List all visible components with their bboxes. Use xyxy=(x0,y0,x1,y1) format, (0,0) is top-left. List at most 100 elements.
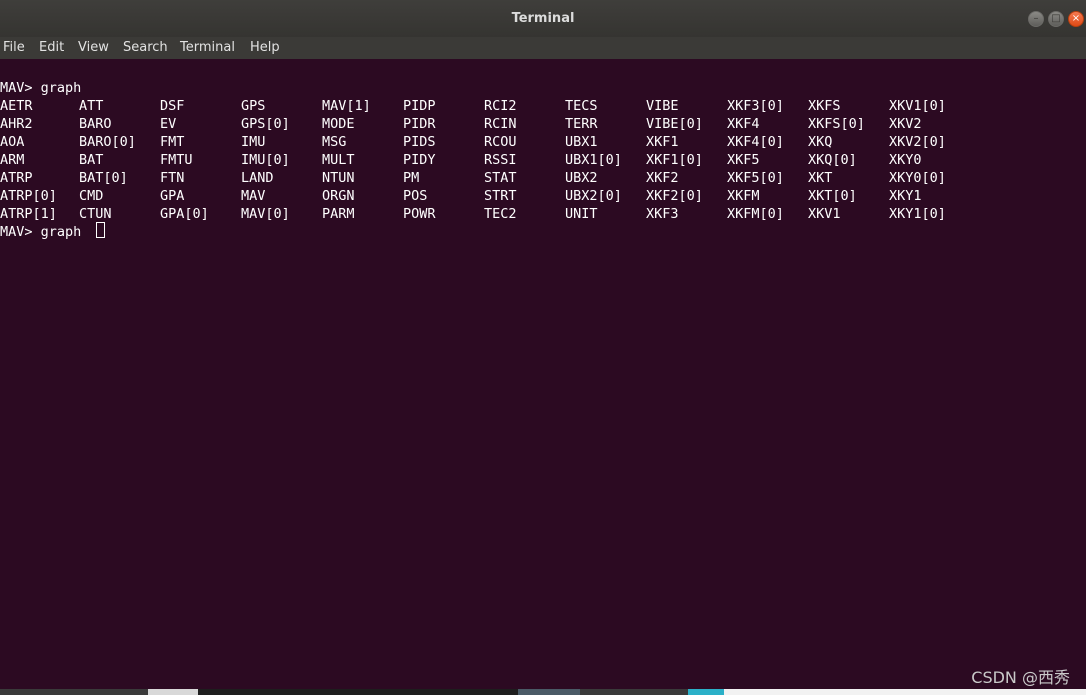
minimize-button[interactable]: – xyxy=(1028,11,1044,27)
graph-name: XKFM xyxy=(727,188,760,204)
graph-name: XKY1 xyxy=(889,188,922,204)
graph-name: STRT xyxy=(484,188,517,204)
graph-name: TECS xyxy=(565,98,598,114)
graph-name: PIDS xyxy=(403,134,436,150)
graph-name: GPA xyxy=(160,188,185,204)
menu-file[interactable]: File xyxy=(3,40,25,55)
graph-name: GPA[0] xyxy=(160,206,209,222)
graph-name: CMD xyxy=(79,188,104,204)
terminal-output[interactable]: MAV> graph AETR ATT DSF GPS MAV[1] PIDP RCI2 TE… xyxy=(0,59,1086,689)
menu-help[interactable]: Help xyxy=(250,40,280,55)
graph-name: XKQ[0] xyxy=(808,152,857,168)
graph-name: FTN xyxy=(160,170,185,186)
graph-name: PARM xyxy=(322,206,355,222)
graph-name: XKQ xyxy=(808,134,833,150)
graph-name: FMTU xyxy=(160,152,193,168)
graph-name: NTUN xyxy=(322,170,355,186)
graph-name: LAND xyxy=(241,170,274,186)
graph-name: XKY1[0] xyxy=(889,206,946,222)
graph-name: UBX2[0] xyxy=(565,188,622,204)
graph-name: XKFS[0] xyxy=(808,116,865,132)
graph-name: ATRP xyxy=(0,170,33,186)
graph-name: PIDY xyxy=(403,152,436,168)
graph-name: AETR xyxy=(0,98,33,114)
graph-name: STAT xyxy=(484,170,517,186)
taskbar-segment xyxy=(148,689,198,695)
graph-name: PIDP xyxy=(403,98,436,114)
graph-name: BARO[0] xyxy=(79,134,136,150)
window-titlebar[interactable]: Terminal – □ × xyxy=(0,0,1086,38)
text-cursor xyxy=(96,222,105,238)
graph-name: XKFM[0] xyxy=(727,206,784,222)
graph-name: EV xyxy=(160,116,177,132)
graph-name: XKV2 xyxy=(889,116,922,132)
graph-name: BAT[0] xyxy=(79,170,128,186)
graph-name: MSG xyxy=(322,134,347,150)
graph-name: BARO xyxy=(79,116,112,132)
graph-name: XKT[0] xyxy=(808,188,857,204)
graph-name: MAV[1] xyxy=(322,98,371,114)
graph-name: XKV1 xyxy=(808,206,841,222)
graph-name: RCIN xyxy=(484,116,517,132)
graph-name: XKV2[0] xyxy=(889,134,946,150)
command-line: MAV> graph xyxy=(0,80,82,96)
graph-name: CTUN xyxy=(79,206,112,222)
graph-name: RSSI xyxy=(484,152,517,168)
taskbar-strip xyxy=(0,689,1086,695)
graph-name: XKF1[0] xyxy=(646,152,703,168)
taskbar-segment xyxy=(198,689,518,695)
graph-name: ARM xyxy=(0,152,25,168)
graph-name: TERR xyxy=(565,116,598,132)
graph-name: XKF2 xyxy=(646,170,679,186)
graph-name: MAV[0] xyxy=(241,206,290,222)
graph-name: POWR xyxy=(403,206,436,222)
graph-name: MODE xyxy=(322,116,355,132)
graph-name: VIBE[0] xyxy=(646,116,703,132)
menu-bar: File Edit View Search Terminal Help xyxy=(0,37,1086,59)
graph-name: ATRP[1] xyxy=(0,206,57,222)
graph-name: XKF3[0] xyxy=(727,98,784,114)
graph-name: XKY0[0] xyxy=(889,170,946,186)
graph-name: ATT xyxy=(79,98,104,114)
taskbar-segment xyxy=(518,689,580,695)
graph-name: PM xyxy=(403,170,420,186)
menu-view[interactable]: View xyxy=(78,40,109,55)
graph-name: UBX1 xyxy=(565,134,598,150)
graph-name: XKF1 xyxy=(646,134,679,150)
graph-name: UNIT xyxy=(565,206,598,222)
graph-name: XKF2[0] xyxy=(646,188,703,204)
menu-terminal[interactable]: Terminal xyxy=(180,40,235,55)
prompt-line: MAV> graph xyxy=(0,224,90,240)
graph-name: IMU xyxy=(241,134,266,150)
graph-name: XKY0 xyxy=(889,152,922,168)
graph-name: XKF4 xyxy=(727,116,760,132)
graph-name: ATRP[0] xyxy=(0,188,57,204)
graph-name: AHR2 xyxy=(0,116,33,132)
graph-name: XKF4[0] xyxy=(727,134,784,150)
graph-name: ORGN xyxy=(322,188,355,204)
menu-edit[interactable]: Edit xyxy=(39,40,64,55)
graph-name: XKFS xyxy=(808,98,841,114)
close-button[interactable]: × xyxy=(1068,11,1084,27)
graph-name: GPS[0] xyxy=(241,116,290,132)
graph-name: UBX2 xyxy=(565,170,598,186)
graph-name: XKV1[0] xyxy=(889,98,946,114)
graph-name: FMT xyxy=(160,134,185,150)
taskbar-segment xyxy=(688,689,724,695)
graph-name: XKF5[0] xyxy=(727,170,784,186)
graph-name: PIDR xyxy=(403,116,436,132)
graph-name: TEC2 xyxy=(484,206,517,222)
maximize-button[interactable]: □ xyxy=(1048,11,1064,27)
graph-name: IMU[0] xyxy=(241,152,290,168)
watermark: CSDN @西秀 xyxy=(971,668,1070,687)
graph-name: BAT xyxy=(79,152,104,168)
graph-name: XKF5 xyxy=(727,152,760,168)
graph-name: MULT xyxy=(322,152,355,168)
graph-name: VIBE xyxy=(646,98,679,114)
graph-name: GPS xyxy=(241,98,266,114)
taskbar-segment xyxy=(724,689,1086,695)
graph-name: MAV xyxy=(241,188,266,204)
menu-search[interactable]: Search xyxy=(123,40,168,55)
graph-name: RCI2 xyxy=(484,98,517,114)
graph-name: POS xyxy=(403,188,428,204)
